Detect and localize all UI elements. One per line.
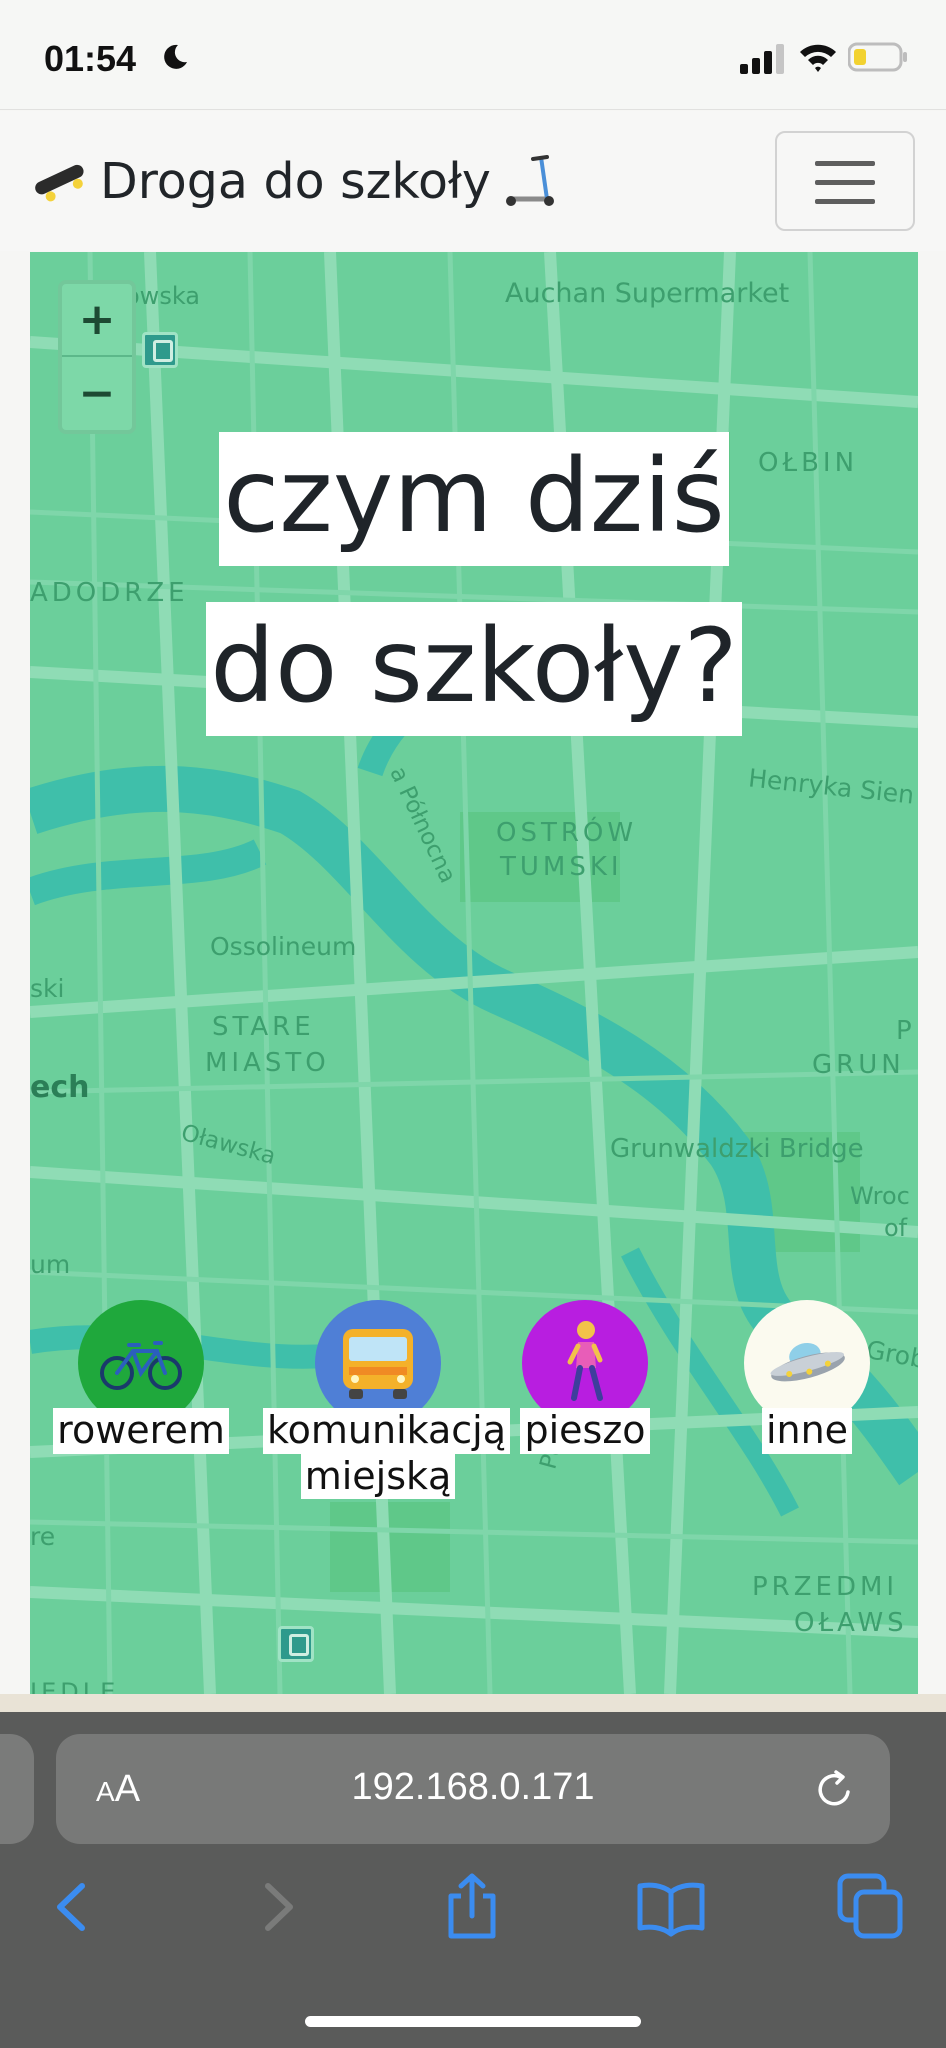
map-label: ski: [30, 974, 65, 1003]
hero-heading-line1: czym dziś: [30, 432, 918, 566]
url-text: 192.168.0.171: [351, 1766, 595, 1808]
mode-walking[interactable]: pieszo: [485, 1300, 685, 1454]
map-label: OSTRÓW: [496, 818, 638, 848]
map-label: IEDLE: [30, 1678, 120, 1694]
bookmarks-icon[interactable]: [636, 1872, 706, 1942]
map-label: of: [884, 1214, 908, 1242]
skateboard-icon: [35, 164, 84, 202]
previous-tab-peek[interactable]: [0, 1734, 34, 1844]
back-icon[interactable]: [38, 1872, 108, 1942]
mode-label: inne: [761, 1408, 853, 1454]
brand-link[interactable]: Droga do szkoły: [30, 151, 561, 211]
map-label: STARE: [212, 1012, 315, 1042]
zoom-out-button[interactable]: −: [62, 357, 132, 430]
status-time: 01:54: [44, 38, 137, 79]
navbar: Droga do szkoły: [0, 111, 946, 251]
map-label: owska: [125, 282, 200, 310]
reload-icon[interactable]: [812, 1768, 856, 1812]
mode-label: pieszo: [520, 1408, 650, 1454]
page: 01:54 Droga do szkoły owska Auchan Super…: [0, 0, 946, 2048]
map-label: PRZEDMI: [752, 1572, 899, 1602]
bicycle-icon: [100, 1341, 182, 1390]
tabs-icon[interactable]: [836, 1872, 906, 1942]
mode-label: rowerem: [53, 1408, 229, 1454]
address-bar[interactable]: AA 192.168.0.171: [56, 1734, 890, 1844]
brand-title: Droga do szkoły: [100, 152, 491, 210]
map-label: Wroc: [850, 1182, 910, 1210]
zoom-control: + −: [58, 280, 136, 434]
mode-public-transport[interactable]: komunikacją miejską: [263, 1300, 511, 1500]
map-label: MIASTO: [205, 1048, 330, 1078]
bus-icon: [343, 1329, 413, 1399]
flying-saucer-icon: [770, 1342, 845, 1382]
hero-line1: czym dziś: [219, 432, 729, 566]
status-bar: 01:54: [0, 0, 946, 110]
map-label: Grunwaldzki Bridge: [610, 1134, 864, 1164]
cellular-signal-icon: [740, 44, 784, 74]
mode-bicycle[interactable]: rowerem: [41, 1300, 241, 1454]
mode-label-line1: komunikacją: [263, 1408, 511, 1454]
hero-heading-line2: do szkoły?: [30, 602, 918, 736]
map-label: GRUN: [812, 1050, 905, 1080]
tram-stop-icon[interactable]: [142, 332, 178, 368]
map-label: OŁAWS: [794, 1608, 908, 1638]
home-indicator[interactable]: [305, 2016, 641, 2027]
menu-toggle-button[interactable]: [775, 131, 915, 231]
map[interactable]: owska Auchan Supermarket OŁBIN ADODRZE H…: [30, 252, 918, 1694]
forward-icon[interactable]: [242, 1872, 312, 1942]
mode-label-line2: miejską: [300, 1453, 456, 1500]
map-bottom-strip: [0, 1694, 946, 1714]
map-label: P: [896, 1016, 916, 1046]
hamburger-icon: [815, 161, 875, 166]
map-label: um: [30, 1250, 71, 1279]
share-icon[interactable]: [437, 1872, 507, 1942]
browser-toolbar: AA 192.168.0.171: [0, 1712, 946, 2048]
map-label: Ossolineum: [210, 932, 357, 961]
mode-other[interactable]: inne: [707, 1300, 907, 1454]
tram-stop-icon[interactable]: [278, 1626, 314, 1662]
battery-low-icon: [848, 42, 907, 72]
moon-icon: [164, 44, 187, 69]
map-label: ech: [30, 1070, 90, 1105]
map-label: re: [30, 1522, 56, 1551]
browser-nav-row: [0, 1872, 946, 1962]
map-label: TUMSKI: [500, 852, 623, 882]
woman-walking-icon: [567, 1321, 603, 1401]
map-label: Auchan Supermarket: [505, 278, 790, 309]
hero-line2: do szkoły?: [206, 602, 742, 736]
zoom-in-button[interactable]: +: [62, 284, 132, 357]
kick-scooter-icon: [505, 155, 554, 206]
wifi-icon: [800, 44, 836, 72]
